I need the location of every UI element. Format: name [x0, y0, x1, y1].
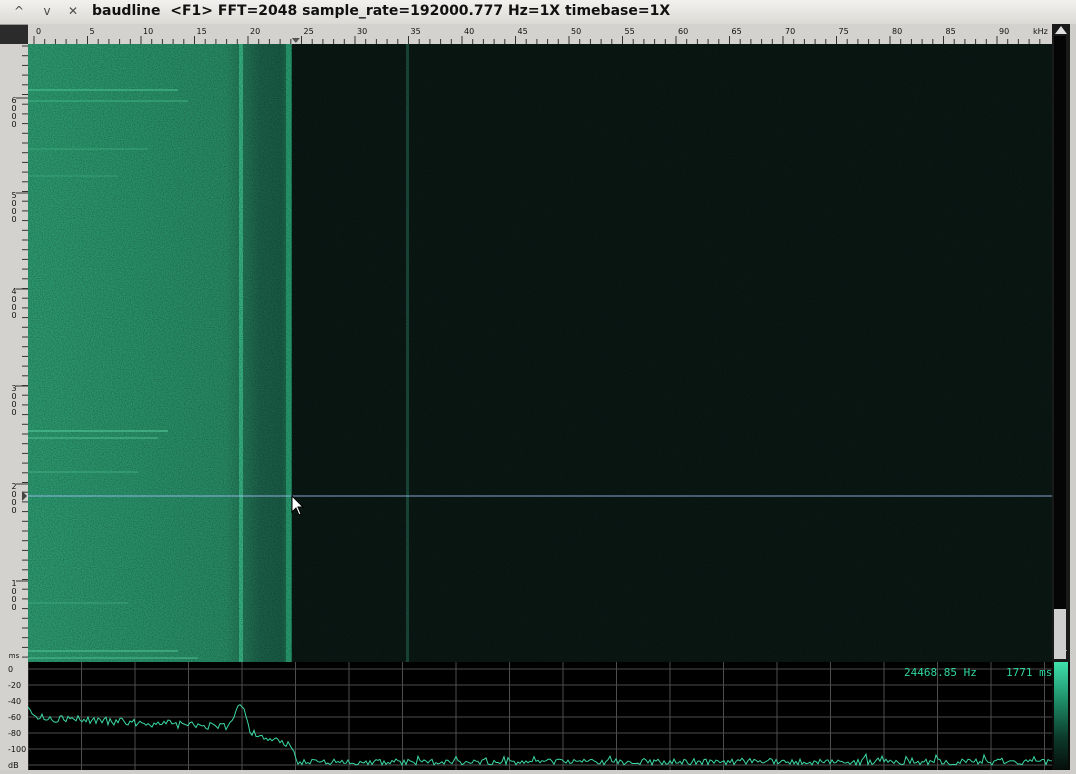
freq-tick-label: 40: [464, 27, 474, 36]
spectrogram-streak: [28, 657, 198, 659]
spectrogram-display[interactable]: [28, 44, 1052, 662]
time-tick-label: 3000: [11, 384, 16, 417]
freq-tick-label: 45: [518, 27, 528, 36]
time-tick-label: 4000: [11, 287, 16, 320]
freq-tick-label: 5: [90, 27, 95, 36]
db-tick-label: -60: [8, 713, 21, 722]
spectrogram-streak: [28, 430, 168, 432]
baudline-window: ^ v ✕ baudline <F1> FFT=2048 sample_rate…: [0, 0, 1076, 774]
freq-tick-label: 20: [250, 27, 260, 36]
maximize-button[interactable]: ^: [10, 3, 28, 20]
db-axis: 0 -20 -40 -60 -80 -100 dB: [0, 662, 29, 774]
freq-tick-label: 0: [36, 27, 41, 36]
spectrogram-streak: [28, 89, 178, 91]
frequency-readout: 24468.85 Hz: [904, 666, 977, 679]
time-unit-label: ms: [9, 652, 20, 660]
spectrogram-streak: [28, 650, 178, 652]
time-tick-label: 5000: [11, 191, 16, 224]
db-tick-label: -100: [8, 745, 26, 754]
close-button[interactable]: ✕: [64, 3, 82, 20]
freq-tick-label: 80: [892, 27, 902, 36]
freq-tick-label: 70: [785, 27, 795, 36]
window-title: baudline <F1> FFT=2048 sample_rate=19200…: [92, 3, 671, 19]
freq-tick-label: 10: [143, 27, 153, 36]
spectrum-trace: [28, 703, 1052, 767]
frequency-ruler[interactable]: 0 5 10 15 20 25 30 35 40 45 50 55 60 65 70 75 80 85 90 kHz: [28, 24, 1052, 45]
freq-tick-label: 50: [571, 27, 581, 36]
freq-tick-label: 25: [304, 27, 314, 36]
freq-tick-label: 15: [197, 27, 207, 36]
freq-tick-label: 55: [625, 27, 635, 36]
db-tick-label: 0: [8, 665, 13, 674]
color-scale-gradient: [1054, 662, 1068, 770]
vertical-scrollbar[interactable]: [1052, 24, 1070, 662]
time-tick-label: 2000: [11, 482, 16, 515]
freq-tick-label: 35: [411, 27, 421, 36]
title-bar[interactable]: ^ v ✕ baudline <F1> FFT=2048 sample_rate…: [0, 0, 1076, 25]
freq-tick-label: 30: [357, 27, 367, 36]
scrollbar-thumb[interactable]: [1054, 609, 1066, 659]
time-tick-label: 6000: [11, 96, 16, 129]
scrollbar-track[interactable]: [1054, 36, 1066, 656]
spectrum-plot[interactable]: 24468.85 Hz 1771 ms: [28, 662, 1052, 770]
db-tick-label: -80: [8, 729, 21, 738]
spectrum-grid: [28, 662, 1052, 770]
freq-tick-label: 65: [732, 27, 742, 36]
window-right-border: [1070, 24, 1076, 774]
minimize-button[interactable]: v: [38, 3, 56, 20]
spectrogram-noise-texture: [28, 44, 1052, 662]
freq-tick-label: 60: [678, 27, 688, 36]
freq-unit-label: kHz: [1033, 27, 1048, 36]
db-unit-label: dB: [8, 761, 19, 770]
spectrogram-streak: [28, 437, 158, 439]
time-tick-label: 1000: [11, 579, 16, 612]
time-ruler[interactable]: 6 0 0 0 5 0 0 0 4 0 0 0 3 0 0 0 2 0 0 0 1 0 0 0 ms: [0, 44, 29, 662]
spectrogram-streak: [28, 175, 118, 177]
spectrogram-streak: [28, 148, 148, 150]
db-tick-label: -40: [8, 697, 21, 706]
color-scale-bar: [1052, 662, 1070, 770]
freq-cursor-marker-icon: [291, 38, 300, 43]
spectrogram-streak: [28, 471, 138, 473]
window-bottom-border: [0, 770, 1070, 774]
db-tick-label: -20: [8, 681, 21, 690]
freq-tick-label: 75: [839, 27, 849, 36]
time-readout: 1771 ms: [1006, 666, 1052, 679]
spectrogram-streak: [28, 100, 188, 102]
freq-tick-label: 90: [999, 27, 1009, 36]
scroll-up-arrow-icon[interactable]: [1055, 26, 1067, 34]
freq-tick-label: 85: [946, 27, 956, 36]
spectrogram-streak: [28, 602, 128, 604]
